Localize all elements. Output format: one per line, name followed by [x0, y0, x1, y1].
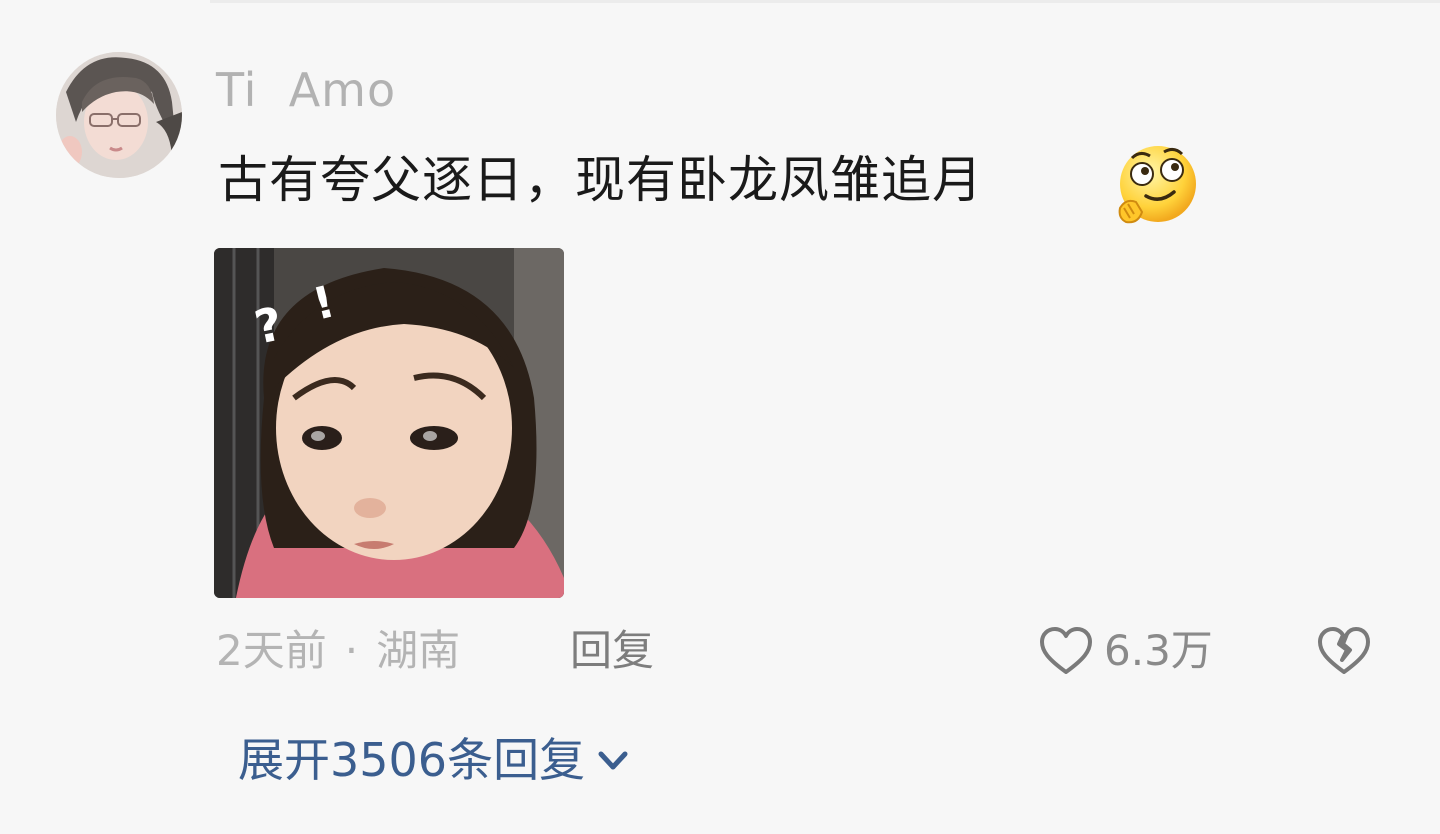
divider [210, 0, 1440, 3]
comment-time: 2天前 [216, 626, 327, 675]
comment-meta: 2天前 · 湖南 [216, 623, 460, 679]
reply-button[interactable]: 回复 [570, 623, 654, 679]
like-button[interactable]: 6.3万 [1038, 622, 1213, 680]
expand-replies-button[interactable]: 展开3506条回复 [238, 730, 633, 790]
like-count: 6.3万 [1104, 626, 1213, 675]
heart-icon [1040, 627, 1092, 674]
comment-text: 古有夸父逐日，现有卧龙凤雏追月 [218, 151, 983, 209]
meta-separator: · [344, 626, 359, 675]
sticker-image[interactable]: ? ! [214, 248, 564, 598]
expand-replies-label: 展开3506条回复 [238, 733, 586, 787]
broken-heart-icon[interactable] [1316, 624, 1372, 678]
smirk-emoji-icon [1118, 146, 1196, 224]
chevron-down-icon [598, 751, 628, 770]
avatar[interactable] [56, 52, 182, 178]
comment-location: 湖南 [376, 626, 461, 675]
avatar-image [56, 52, 182, 178]
username[interactable]: Ti Amo [216, 62, 396, 118]
